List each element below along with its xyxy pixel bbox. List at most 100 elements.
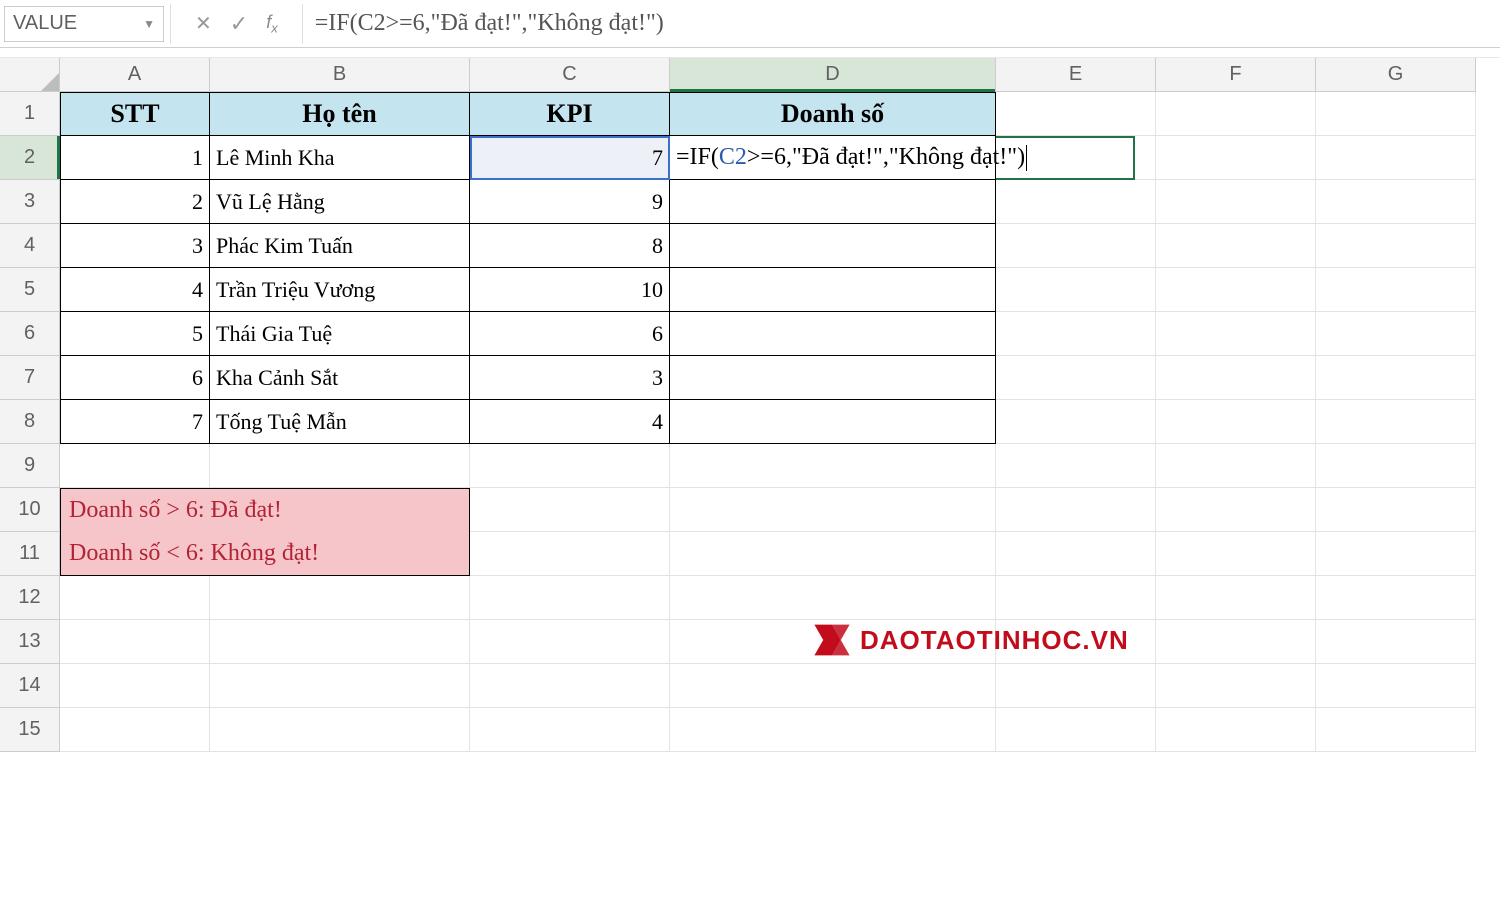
cell[interactable] (670, 444, 996, 488)
cell-name[interactable]: Tống Tuệ Mẫn (210, 400, 470, 444)
row-header-10[interactable]: 10 (0, 488, 60, 532)
cell-stt[interactable]: 7 (60, 400, 210, 444)
cell-name[interactable]: Lê Minh Kha (210, 136, 470, 180)
row-header-15[interactable]: 15 (0, 708, 60, 752)
row-header-1[interactable]: 1 (0, 92, 60, 136)
name-box[interactable]: VALUE ▼ (4, 6, 164, 42)
cell[interactable] (1316, 708, 1476, 752)
cell[interactable] (1156, 312, 1316, 356)
cell[interactable] (1316, 356, 1476, 400)
cell[interactable] (1316, 224, 1476, 268)
cell[interactable] (1316, 444, 1476, 488)
row-header-8[interactable]: 8 (0, 400, 60, 444)
cell[interactable] (1316, 488, 1476, 532)
cell[interactable] (470, 444, 670, 488)
cell[interactable] (60, 620, 210, 664)
col-header-F[interactable]: F (1156, 58, 1316, 92)
cell[interactable] (1156, 708, 1316, 752)
cell[interactable] (60, 664, 210, 708)
cell[interactable] (1156, 180, 1316, 224)
header-doanhso[interactable]: Doanh số (670, 92, 996, 136)
fx-icon[interactable]: fx (266, 12, 278, 36)
row-header-7[interactable]: 7 (0, 356, 60, 400)
cell-name[interactable]: Thái Gia Tuệ (210, 312, 470, 356)
col-header-C[interactable]: C (470, 58, 670, 92)
row-header-4[interactable]: 4 (0, 224, 60, 268)
header-stt[interactable]: STT (60, 92, 210, 136)
cell[interactable] (996, 664, 1156, 708)
cell[interactable] (1156, 136, 1316, 180)
cell[interactable] (996, 268, 1156, 312)
cell[interactable] (1316, 92, 1476, 136)
cell[interactable] (1316, 400, 1476, 444)
cell-stt[interactable]: 6 (60, 356, 210, 400)
cell[interactable] (996, 532, 1156, 576)
cell[interactable] (470, 708, 670, 752)
cell[interactable] (996, 312, 1156, 356)
col-header-E[interactable]: E (996, 58, 1156, 92)
cell[interactable] (470, 664, 670, 708)
cell[interactable] (996, 708, 1156, 752)
cell-stt[interactable]: 5 (60, 312, 210, 356)
header-hoten[interactable]: Họ tên (210, 92, 470, 136)
row-header-3[interactable]: 3 (0, 180, 60, 224)
cell[interactable] (670, 488, 996, 532)
cell[interactable] (470, 488, 670, 532)
cell[interactable] (1156, 664, 1316, 708)
cell-kpi[interactable]: 3 (470, 356, 670, 400)
note-line2[interactable]: Doanh số < 6: Không đạt! (60, 532, 470, 576)
cell[interactable] (1156, 356, 1316, 400)
cell-stt[interactable]: 3 (60, 224, 210, 268)
cell[interactable] (1316, 268, 1476, 312)
header-kpi[interactable]: KPI (470, 92, 670, 136)
cell[interactable] (1156, 400, 1316, 444)
cell[interactable] (670, 532, 996, 576)
cell-kpi[interactable]: 9 (470, 180, 670, 224)
cell-kpi[interactable]: 6 (470, 312, 670, 356)
confirm-icon[interactable]: ✓ (230, 11, 248, 37)
cell-stt[interactable]: 1 (60, 136, 210, 180)
col-header-B[interactable]: B (210, 58, 470, 92)
cell[interactable] (210, 444, 470, 488)
row-header-6[interactable]: 6 (0, 312, 60, 356)
cell[interactable] (670, 576, 996, 620)
cell[interactable] (1316, 532, 1476, 576)
cell-name[interactable]: Kha Cảnh Sắt (210, 356, 470, 400)
cell[interactable] (1156, 268, 1316, 312)
cell-editing[interactable]: =IF(C2>=6,"Đã đạt!","Không đạt!") (670, 136, 996, 180)
cell[interactable] (1156, 620, 1316, 664)
cell[interactable] (670, 224, 996, 268)
cell[interactable] (210, 708, 470, 752)
formula-input[interactable] (309, 6, 1496, 42)
cell[interactable] (1156, 488, 1316, 532)
cell-name[interactable]: Vũ Lệ Hằng (210, 180, 470, 224)
cell[interactable] (1156, 444, 1316, 488)
select-all-triangle[interactable] (0, 58, 60, 92)
row-header-14[interactable]: 14 (0, 664, 60, 708)
cell-name[interactable]: Trần Triệu Vương (210, 268, 470, 312)
cell[interactable] (1316, 136, 1476, 180)
cell[interactable] (470, 576, 670, 620)
cell[interactable] (1156, 576, 1316, 620)
cell-kpi[interactable]: 10 (470, 268, 670, 312)
cell[interactable] (670, 708, 996, 752)
cell[interactable] (1156, 532, 1316, 576)
cell[interactable] (670, 180, 996, 224)
cell-kpi[interactable]: 7 (470, 136, 670, 180)
cell[interactable] (60, 576, 210, 620)
row-header-5[interactable]: 5 (0, 268, 60, 312)
cell-name[interactable]: Phác Kim Tuấn (210, 224, 470, 268)
row-header-11[interactable]: 11 (0, 532, 60, 576)
cell[interactable] (670, 268, 996, 312)
cell-kpi[interactable]: 8 (470, 224, 670, 268)
cell[interactable] (470, 532, 670, 576)
cell[interactable] (996, 92, 1156, 136)
cell[interactable] (210, 576, 470, 620)
cancel-icon[interactable]: ✕ (195, 11, 212, 36)
cell[interactable] (60, 444, 210, 488)
cell[interactable] (1316, 576, 1476, 620)
cell[interactable] (996, 444, 1156, 488)
cell[interactable] (996, 180, 1156, 224)
col-header-G[interactable]: G (1316, 58, 1476, 92)
cell[interactable] (1316, 312, 1476, 356)
